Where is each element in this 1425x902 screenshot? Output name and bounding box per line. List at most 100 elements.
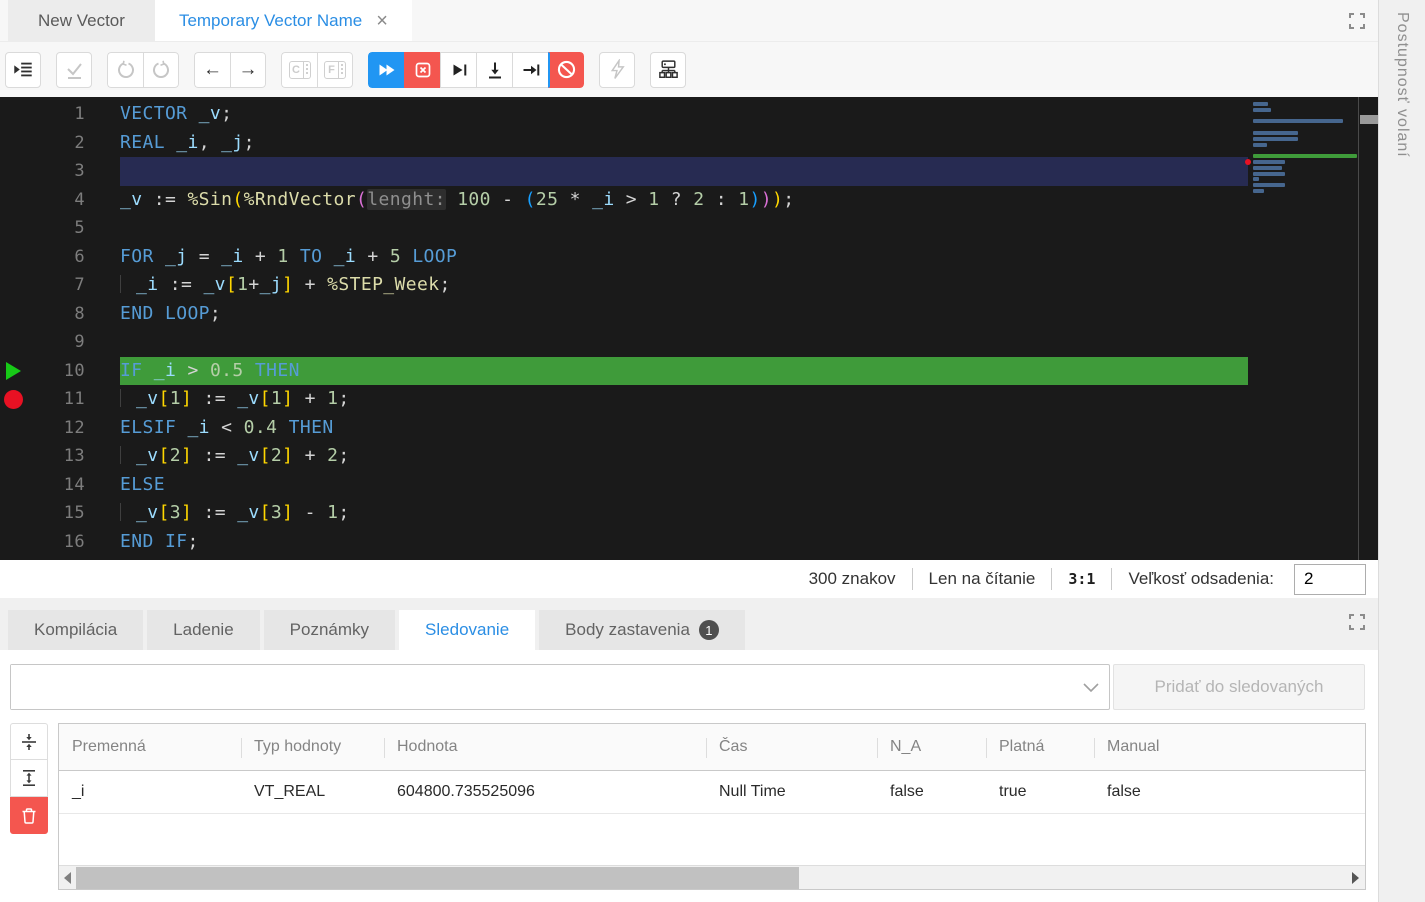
breakpoint-count-badge: 1	[699, 620, 719, 640]
tab-new-vector[interactable]: New Vector	[8, 0, 155, 41]
scrollbar-thumb[interactable]	[1360, 115, 1378, 124]
watch-horizontal-scrollbar[interactable]	[59, 865, 1365, 889]
column-header-manual: Manual	[1094, 724, 1360, 770]
line-number: 14	[30, 471, 85, 500]
code-text: _v[1] := _v[1] + 1;	[120, 385, 1248, 414]
add-to-watch-button[interactable]: Pridať do sledovaných	[1113, 664, 1365, 710]
breakpoint-margin[interactable]	[0, 357, 30, 386]
panel-tabbar: Kompilácia Ladenie Poznámky Sledovanie B…	[0, 610, 1378, 650]
code-line-11[interactable]: 11_v[1] := _v[1] + 1;	[0, 385, 1378, 414]
breakpoint-margin[interactable]	[0, 300, 30, 329]
callstack-sidebar[interactable]: Postupnosť volaní	[1378, 0, 1425, 902]
tab-body-zastavenia[interactable]: Body zastavenia 1	[539, 610, 745, 650]
undo-button[interactable]	[107, 52, 143, 88]
navigate-back-button[interactable]: ←	[194, 52, 230, 88]
minimap-line	[1253, 102, 1268, 106]
tab-sledovanie[interactable]: Sledovanie	[399, 610, 535, 650]
code-line-16[interactable]: 16END IF;	[0, 528, 1378, 557]
validate-button[interactable]	[56, 52, 92, 88]
column-header-typ-hodnoty: Typ hodnoty	[241, 724, 384, 770]
tab-kompilacia[interactable]: Kompilácia	[8, 610, 143, 650]
continue-button[interactable]	[368, 52, 404, 88]
indent-size-input[interactable]	[1294, 564, 1366, 595]
fullscreen-icon[interactable]	[1348, 613, 1366, 631]
code-line-7[interactable]: 7_i := _v[1+_j] + %STEP_Week;	[0, 271, 1378, 300]
scroll-right-icon[interactable]	[1352, 872, 1359, 884]
breakpoint-margin[interactable]	[0, 214, 30, 243]
format-document-button[interactable]	[5, 52, 41, 88]
minimap[interactable]	[1253, 99, 1357, 555]
compact-view-icon: C	[289, 61, 311, 79]
editor-vertical-scrollbar[interactable]	[1358, 97, 1378, 560]
breakpoint-margin[interactable]	[0, 385, 30, 414]
breakpoint-icon[interactable]	[4, 390, 23, 409]
code-editor[interactable]: 1VECTOR _v;2REAL _i, _j;34_v := %Sin(%Rn…	[0, 97, 1378, 560]
tab-poznamky[interactable]: Poznámky	[264, 610, 395, 650]
chevron-down-icon[interactable]	[1073, 683, 1109, 692]
delete-watch-button[interactable]	[10, 797, 48, 834]
tab-ladenie[interactable]: Ladenie	[147, 610, 260, 650]
expand-all-button[interactable]	[10, 760, 48, 797]
code-line-12[interactable]: 12ELSIF _i < 0.4 THEN	[0, 414, 1378, 443]
minimap-line	[1253, 119, 1343, 123]
code-text: IF _i > 0.5 THEN	[120, 357, 1248, 386]
column-header-hodnota: Hodnota	[384, 724, 706, 770]
breakpoint-margin[interactable]	[0, 129, 30, 158]
code-line-10[interactable]: 10IF _i > 0.5 THEN	[0, 357, 1378, 386]
code-line-13[interactable]: 13_v[2] := _v[2] + 2;	[0, 442, 1378, 471]
step-over-button[interactable]	[440, 52, 476, 88]
code-line-5[interactable]: 5	[0, 214, 1378, 243]
breakpoint-margin[interactable]	[0, 243, 30, 272]
navigate-forward-button[interactable]: →	[230, 52, 266, 88]
table-cell: false	[1094, 771, 1360, 813]
code-line-6[interactable]: 6FOR _j = _i + 1 TO _i + 5 LOOP	[0, 243, 1378, 272]
code-line-8[interactable]: 8END LOOP;	[0, 300, 1378, 329]
disable-breakpoints-button[interactable]	[548, 52, 584, 88]
code-text	[120, 328, 1248, 357]
scroll-left-icon[interactable]	[64, 872, 71, 884]
breakpoint-margin[interactable]	[0, 528, 30, 557]
table-row[interactable]: _iVT_REAL604800.735525096Null Timefalset…	[59, 771, 1365, 814]
fullscreen-icon[interactable]	[1348, 12, 1366, 30]
code-line-4[interactable]: 4_v := %Sin(%RndVector(lenght: 100 - (25…	[0, 186, 1378, 215]
execution-arrow-icon	[6, 362, 21, 380]
table-cell: _i	[59, 771, 241, 813]
breakpoint-margin[interactable]	[0, 100, 30, 129]
breakpoint-margin[interactable]	[0, 442, 30, 471]
call-hierarchy-button[interactable]	[650, 52, 686, 88]
minimap-line	[1253, 172, 1285, 176]
stop-debug-button[interactable]	[404, 52, 440, 88]
breakpoint-margin[interactable]	[0, 471, 30, 500]
code-line-1[interactable]: 1VECTOR _v;	[0, 100, 1378, 129]
app-window: New Vector Temporary Vector Name ×	[0, 0, 1425, 902]
redo-button[interactable]	[143, 52, 179, 88]
compact-view-button[interactable]: C	[281, 52, 317, 88]
breakpoint-margin[interactable]	[0, 186, 30, 215]
trigger-button[interactable]	[599, 52, 635, 88]
tab-temporary-vector-name[interactable]: Temporary Vector Name ×	[155, 0, 412, 41]
scrollbar-thumb[interactable]	[76, 867, 799, 889]
breakpoint-margin[interactable]	[0, 414, 30, 443]
tab-label: New Vector	[38, 11, 125, 31]
code-line-14[interactable]: 14ELSE	[0, 471, 1378, 500]
minimap-line	[1253, 177, 1259, 181]
step-out-button[interactable]	[512, 52, 548, 88]
line-number: 13	[30, 442, 85, 471]
full-view-button[interactable]: F	[317, 52, 353, 88]
indent-guide	[120, 446, 136, 464]
breakpoint-margin[interactable]	[0, 157, 30, 186]
code-line-3[interactable]: 3	[0, 157, 1378, 186]
code-line-9[interactable]: 9	[0, 328, 1378, 357]
breakpoint-margin[interactable]	[0, 271, 30, 300]
watch-expression-input[interactable]	[11, 665, 1073, 709]
delete-icon	[19, 806, 39, 826]
collapse-all-button[interactable]	[10, 723, 48, 760]
line-number: 6	[30, 243, 85, 272]
breakpoint-margin[interactable]	[0, 328, 30, 357]
breakpoint-margin[interactable]	[0, 499, 30, 528]
code-line-15[interactable]: 15_v[3] := _v[3] - 1;	[0, 499, 1378, 528]
document-tabbar: New Vector Temporary Vector Name ×	[0, 0, 1378, 42]
close-icon[interactable]: ×	[376, 11, 388, 31]
code-line-2[interactable]: 2REAL _i, _j;	[0, 129, 1378, 158]
step-into-button[interactable]	[476, 52, 512, 88]
